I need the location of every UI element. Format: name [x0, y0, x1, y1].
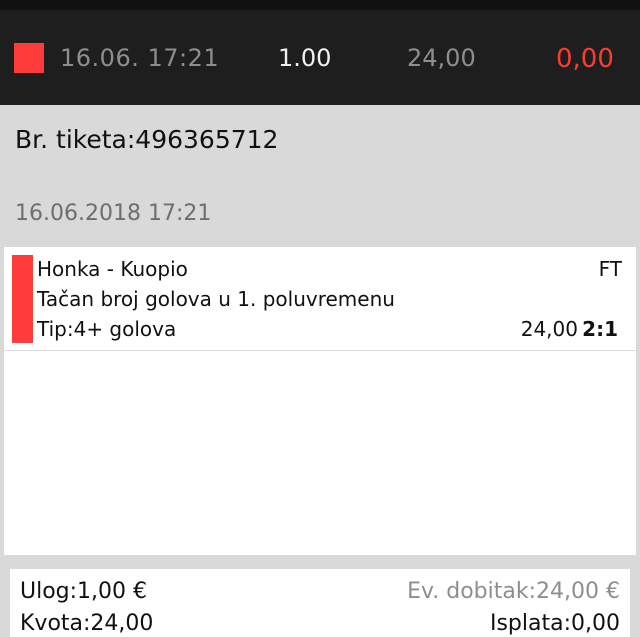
- event-match: Honka - Kuopio: [37, 257, 188, 281]
- event-tip: Tip:4+ golova: [37, 317, 177, 341]
- ticket-header: Br. tiketa:496365712 16.06.2018 17:21: [0, 105, 640, 247]
- status-indicator-icon: [14, 43, 44, 73]
- event-odds: 24,00: [520, 317, 578, 341]
- event-score: 2:1: [582, 317, 618, 341]
- events-panel: Honka - Kuopio FT Tačan broj golova u 1.…: [4, 247, 636, 555]
- event-status: FT: [598, 257, 622, 281]
- possible-win-label: Ev. dobitak:24,00 €: [407, 579, 620, 604]
- summary-stake: 24,00: [407, 44, 476, 72]
- summary-payout: 0,00: [556, 44, 614, 74]
- summary-odds: 1.00: [278, 44, 332, 72]
- event-row[interactable]: Honka - Kuopio FT Tačan broj golova u 1.…: [4, 247, 636, 351]
- top-strip: [0, 0, 640, 10]
- stake-label: Ulog:1,00 €: [20, 579, 148, 604]
- summary-datetime: 16.06. 17:21: [60, 44, 220, 72]
- event-status-bar: [12, 255, 33, 343]
- total-odds-label: Kvota:24,00: [20, 611, 154, 636]
- event-market: Tačan broj golova u 1. poluvremenu: [37, 287, 395, 311]
- ticket-summary-row[interactable]: 16.06. 17:21 1.00 24,00 0,00: [0, 10, 640, 105]
- ticket-date: 16.06.2018 17:21: [15, 201, 212, 226]
- payout-label: Isplata:0,00: [489, 611, 620, 636]
- ticket-footer: Ulog:1,00 € Ev. dobitak:24,00 € Kvota:24…: [10, 569, 630, 637]
- ticket-number: Br. tiketa:496365712: [15, 125, 279, 154]
